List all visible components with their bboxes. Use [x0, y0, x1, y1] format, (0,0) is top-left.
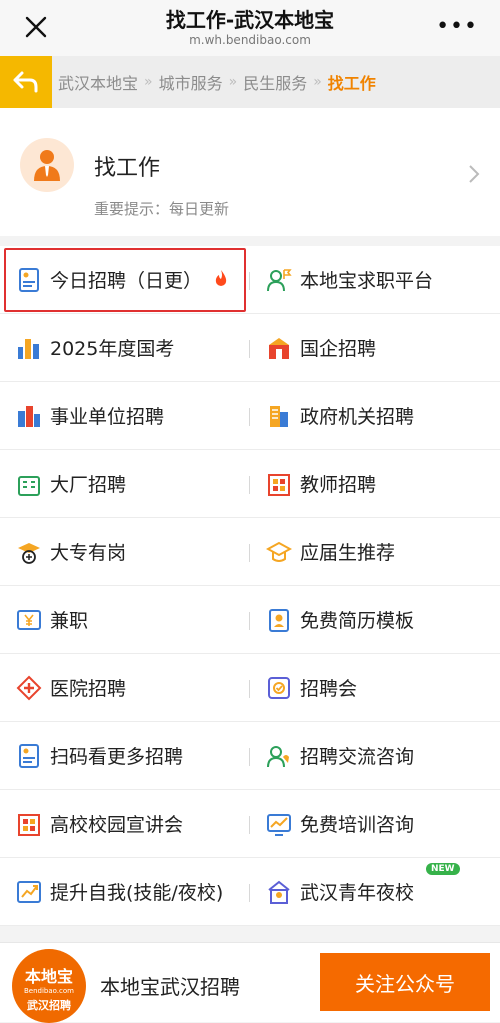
- link-job-platform[interactable]: 本地宝求职平台: [250, 246, 500, 314]
- link-big-company-jobs[interactable]: 大厂招聘: [0, 450, 250, 518]
- link-label: 政府机关招聘: [300, 406, 415, 428]
- link-youth-night-school[interactable]: 武汉青年夜校 NEW: [250, 858, 500, 926]
- link-label: 本地宝求职平台: [300, 270, 434, 292]
- link-self-improvement[interactable]: 提升自我(技能/夜校): [0, 858, 250, 926]
- link-label: 医院招聘: [50, 678, 127, 700]
- chart-board-icon: [266, 811, 292, 837]
- section-title: 找工作: [94, 156, 161, 181]
- link-part-time[interactable]: 兼职: [0, 586, 250, 654]
- institution-icon: [16, 403, 42, 429]
- more-icon[interactable]: •••: [436, 14, 478, 39]
- job-seeker-avatar-icon: [20, 138, 74, 192]
- link-label: 免费培训咨询: [300, 814, 415, 836]
- link-label: 2025年度国考: [50, 338, 175, 360]
- back-arrow-icon: [13, 71, 38, 93]
- breadcrumb-item-home[interactable]: 武汉本地宝: [58, 70, 138, 94]
- link-today-jobs[interactable]: 今日招聘（日更）: [0, 246, 250, 314]
- breadcrumb-item-current: 找工作: [327, 74, 376, 93]
- breadcrumb-separator: »: [228, 74, 238, 90]
- job-links-grid: 今日招聘（日更） 本地宝求职平台 2025年度国考 国企招聘 事业单位招聘 政府…: [0, 246, 500, 926]
- link-campus-talks[interactable]: 高校校园宣讲会: [0, 790, 250, 858]
- user-flag-icon: [266, 267, 292, 293]
- link-label: 事业单位招聘: [50, 406, 165, 428]
- check-shield-icon: [266, 675, 292, 701]
- yen-screen-icon: [16, 607, 42, 633]
- breadcrumb-separator: »: [144, 74, 153, 90]
- link-label: 教师招聘: [300, 474, 377, 496]
- grid-row: 2025年度国考 国企招聘: [0, 314, 500, 382]
- bendibao-logo: 本地宝 Bendibao.com 武汉招聘: [12, 949, 86, 1023]
- follow-button[interactable]: 关注公众号: [320, 953, 490, 1011]
- close-icon[interactable]: [20, 12, 52, 44]
- campus-icon: [16, 811, 42, 837]
- section-tip: 重要提示：每日更新: [94, 200, 230, 218]
- title-bar: 找工作-武汉本地宝 m.wh.bendibao.com •••: [0, 0, 500, 56]
- link-hospital-jobs[interactable]: 医院招聘: [0, 654, 250, 722]
- link-teacher-jobs[interactable]: 教师招聘: [250, 450, 500, 518]
- link-scan-more-jobs[interactable]: 扫码看更多招聘: [0, 722, 250, 790]
- night-school-icon: [266, 879, 292, 905]
- growth-chart-icon: [16, 879, 42, 905]
- link-college-jobs[interactable]: 大专有岗: [0, 518, 250, 586]
- breadcrumb-separator: »: [313, 74, 322, 90]
- id-badge-icon: [266, 607, 292, 633]
- link-resume-template[interactable]: 免费简历模板: [250, 586, 500, 654]
- page-url: m.wh.bendibao.com: [189, 33, 311, 47]
- grid-row: 事业单位招聘 政府机关招聘: [0, 382, 500, 450]
- mortarboard-icon: [266, 539, 292, 565]
- link-label: 招聘会: [300, 678, 358, 700]
- link-public-institution[interactable]: 事业单位招聘: [0, 382, 250, 450]
- section-header[interactable]: 找工作 重要提示：每日更新: [0, 108, 500, 236]
- link-national-exam[interactable]: 2025年度国考: [0, 314, 250, 382]
- highlight-box: [4, 247, 246, 312]
- link-label: 扫码看更多招聘: [50, 746, 184, 768]
- grid-row: 高校校园宣讲会 免费培训咨询: [0, 790, 500, 858]
- new-badge: NEW: [426, 862, 460, 875]
- page-title: 找工作-武汉本地宝: [165, 8, 335, 32]
- breadcrumb: 武汉本地宝 » 城市服务 » 民生服务 » 找工作: [0, 56, 500, 108]
- government-building-icon: [266, 403, 292, 429]
- link-label: 国企招聘: [300, 338, 377, 360]
- city-buildings-icon: [16, 335, 42, 361]
- state-enterprise-icon: [266, 335, 292, 361]
- link-label: 武汉青年夜校: [300, 882, 415, 904]
- grid-row: 扫码看更多招聘 招聘交流咨询: [0, 722, 500, 790]
- grid-row: 提升自我(技能/夜校) 武汉青年夜校 NEW: [0, 858, 500, 926]
- grid-row: 医院招聘 招聘会: [0, 654, 500, 722]
- medical-cross-icon: [16, 675, 42, 701]
- link-label: 高校校园宣讲会: [50, 814, 184, 836]
- link-job-fair[interactable]: 招聘会: [250, 654, 500, 722]
- user-chat-icon: [266, 743, 292, 769]
- link-government-jobs[interactable]: 政府机关招聘: [250, 382, 500, 450]
- link-graduate-recommend[interactable]: 应届生推荐: [250, 518, 500, 586]
- resume-icon: [16, 743, 42, 769]
- link-label: 应届生推荐: [300, 542, 396, 564]
- link-label: 大厂招聘: [50, 474, 127, 496]
- footer-bar: 本地宝 Bendibao.com 武汉招聘 本地宝武汉招聘 关注公众号: [0, 942, 500, 1023]
- grid-row: 大厂招聘 教师招聘: [0, 450, 500, 518]
- link-label: 提升自我(技能/夜校): [50, 882, 224, 904]
- account-name: 本地宝武汉招聘: [100, 975, 240, 999]
- graduate-hat-icon: [16, 539, 42, 565]
- link-job-consult[interactable]: 招聘交流咨询: [250, 722, 500, 790]
- link-soe-jobs[interactable]: 国企招聘: [250, 314, 500, 382]
- office-building-icon: [16, 471, 42, 497]
- breadcrumb-item-city-services[interactable]: 城市服务: [159, 70, 223, 94]
- chevron-right-icon: [468, 164, 480, 190]
- link-label: 大专有岗: [50, 542, 127, 564]
- link-training-consult[interactable]: 免费培训咨询: [250, 790, 500, 858]
- school-icon: [266, 471, 292, 497]
- grid-row: 兼职 免费简历模板: [0, 586, 500, 654]
- grid-row: 今日招聘（日更） 本地宝求职平台: [0, 246, 500, 314]
- breadcrumb-item-livelihood[interactable]: 民生服务: [243, 70, 307, 94]
- link-label: 招聘交流咨询: [300, 746, 415, 768]
- back-button[interactable]: [0, 56, 52, 108]
- grid-row: 大专有岗 应届生推荐: [0, 518, 500, 586]
- link-label: 免费简历模板: [300, 610, 415, 632]
- link-label: 兼职: [50, 610, 89, 632]
